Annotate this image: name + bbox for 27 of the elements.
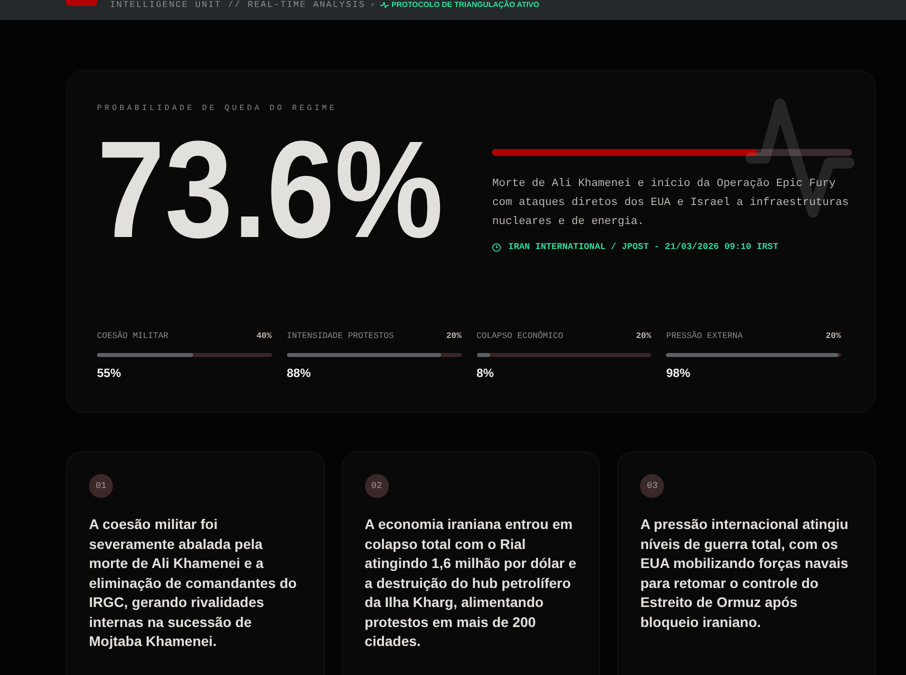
analysis-text: A pressão internacional atingiu níveis de guerra total, com os EUA mobilizando forças navais para retomar o controle do Estreito de Ormuz após bloqueio iraniano. xyxy=(640,515,850,632)
probability-label: PROBABILIDADE DE QUEDA DO REGIME xyxy=(97,104,338,114)
factor-value: 8% xyxy=(476,366,495,380)
separator-dot-icon xyxy=(371,3,374,6)
factor-label: PRESSÃO EXTERNA xyxy=(666,331,743,341)
source-text: IRAN INTERNATIONAL / JPOST - 21/03/2026 09:10 IRST xyxy=(508,242,778,253)
number-badge: 03 xyxy=(640,474,664,498)
clock-icon xyxy=(492,243,502,252)
factor-weight: 40% xyxy=(256,331,272,341)
factor-label: COLAPSO ECONÔMICO xyxy=(476,331,564,341)
number-badge: 01 xyxy=(89,474,113,498)
factor-label: INTENSIDADE PROTESTOS xyxy=(286,331,394,341)
number-badge: 02 xyxy=(364,474,389,498)
pulse-icon xyxy=(380,1,390,9)
factor-weight: 20% xyxy=(636,331,652,341)
probability-value: 73.6% xyxy=(97,140,444,240)
factor-value: 98% xyxy=(666,366,692,380)
factor-weight: 20% xyxy=(826,331,841,341)
header-subtitle: INTELLIGENCE UNIT // REAL-TIME ANALYSIS xyxy=(110,0,366,10)
event-description: Morte de Ali Khamenei e início da Operação Epic Fury com ataques diretos dos EUA e Israel a infraestruturas nucleares e de energia. xyxy=(492,177,850,230)
analysis-text: A coesão militar foi severamente abalada pela morte de Ali Khamenei e a eliminação de comandantes do IRGC, gerando rivalidades internas na sucessão de Mojtaba Khamenei. xyxy=(89,515,298,651)
factor-value: 88% xyxy=(286,366,312,380)
factor-value: 55% xyxy=(97,366,122,380)
logo-icon xyxy=(66,0,97,6)
factor-label: COESÃO MILITAR xyxy=(97,331,168,341)
analysis-text: A economia iraniana entrou em colapso total com o Rial atingindo 1,6 milhão por dólar e a destruição do hub petrolífero da Ilha Kharg, alimentando protestos em mais de 200 cidades. xyxy=(364,515,578,651)
factor-weight: 20% xyxy=(446,331,462,341)
